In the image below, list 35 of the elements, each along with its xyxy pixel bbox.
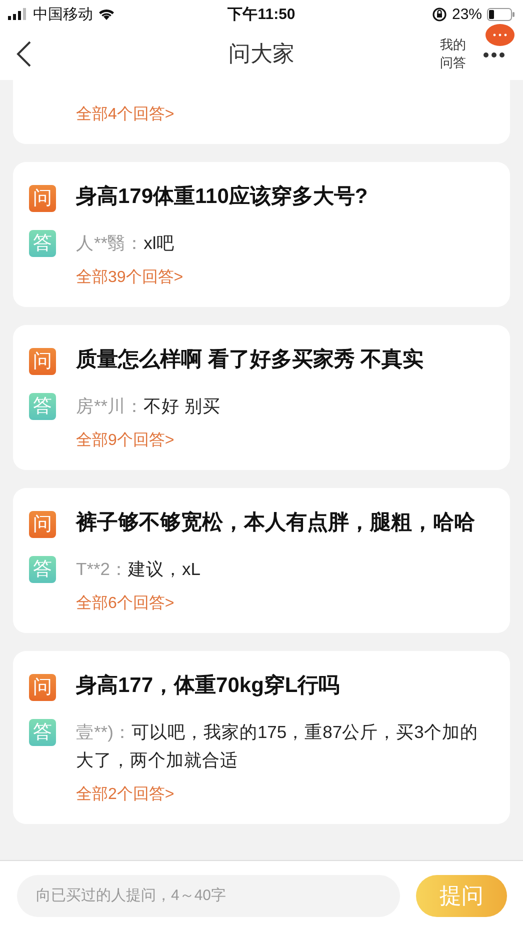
all-answers-link[interactable]: 全部9个回答>	[76, 430, 174, 452]
question-input-field[interactable]: 向已买过的人提问，4～40字	[17, 874, 400, 916]
answer-text: 壹**)：可以吧，我家的175，重87公斤，买3个加的大了，两个加就合适	[76, 721, 479, 772]
battery-icon	[487, 8, 516, 20]
message-bubble-icon[interactable]	[485, 24, 515, 48]
question-badge: 问	[29, 511, 56, 538]
answer-badge: 答	[29, 230, 56, 257]
question-text: 裤子够不够宽松，本人有点胖，腿粗，哈哈	[76, 510, 475, 536]
all-answers-link[interactable]: 全部2个回答>	[76, 784, 174, 806]
question-text: 质量怎么样啊 看了好多买家秀 不真实	[76, 346, 424, 373]
answer-badge: 答	[29, 393, 56, 420]
answer-text: T**2：建议，xL	[76, 558, 201, 581]
clock: 下午11:50	[228, 4, 296, 24]
all-answers-link[interactable]: 全部39个回答>	[76, 267, 184, 289]
more-icon[interactable]	[483, 52, 505, 58]
question-badge: 问	[29, 348, 56, 375]
rotation-lock-icon	[432, 6, 447, 22]
answer-text: 房**川：不好 别买	[76, 395, 220, 418]
wifi-icon	[98, 8, 115, 20]
answer-badge: 答	[29, 719, 56, 746]
answer-badge: 答	[29, 556, 56, 583]
ask-button[interactable]: 提问	[416, 874, 507, 916]
question-text: 身高177，体重70kg穿L行吗	[76, 672, 340, 699]
question-text: 身高179体重110应该穿多大号?	[76, 184, 368, 210]
my-qa-link[interactable]: 我的问答	[438, 36, 468, 72]
back-icon[interactable]	[16, 41, 32, 67]
carrier: 中国移动	[33, 4, 93, 24]
all-answers-link[interactable]: 全部6个回答>	[76, 593, 174, 615]
answer-text: 人**翳：xl吧	[76, 232, 174, 255]
page-title: 问大家	[228, 40, 294, 68]
question-badge: 问	[29, 674, 56, 701]
signal-icon	[8, 8, 28, 20]
all-answers-link[interactable]: 全部4个回答>	[76, 104, 174, 126]
question-badge: 问	[29, 185, 56, 212]
battery-percent: 23%	[452, 6, 482, 22]
